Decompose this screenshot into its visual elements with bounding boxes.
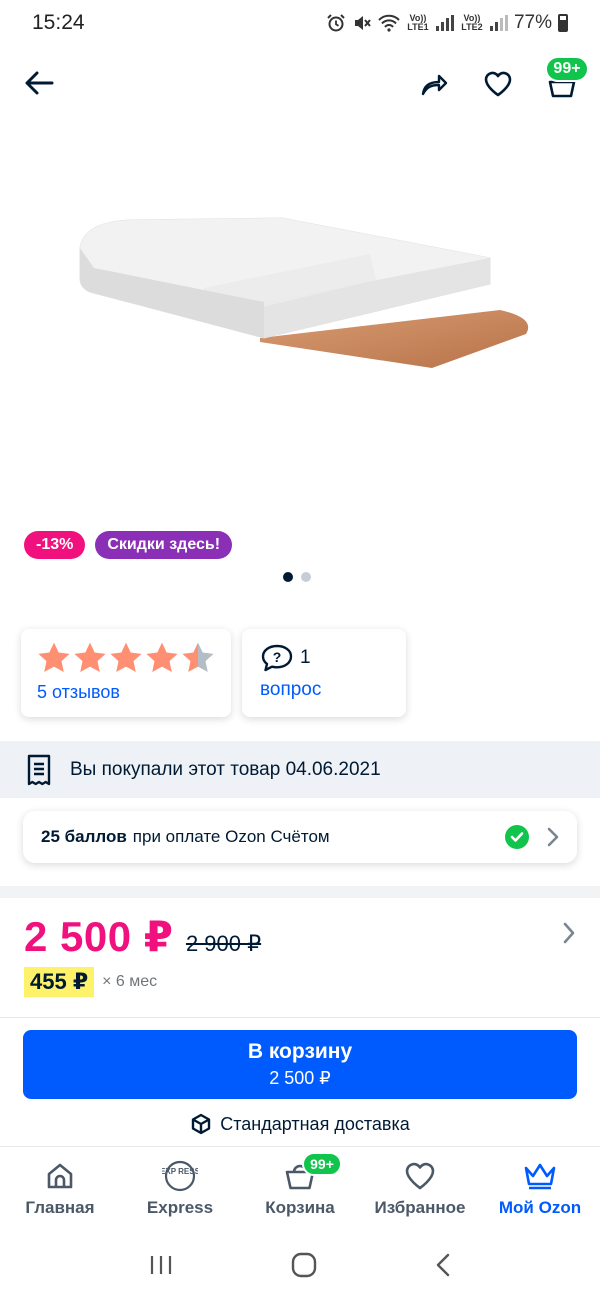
home-icon [47, 1163, 73, 1189]
sim2-label: Vo)) LTE2 [461, 13, 483, 32]
star-icon [74, 642, 106, 672]
tab-my-ozon-label: Мой Ozon [498, 1198, 582, 1217]
system-navigation-bar [0, 1236, 600, 1299]
cart-count-badge: 99+ [302, 1152, 342, 1176]
cart-count-badge: 99+ [545, 56, 589, 82]
status-icons: Vo)) LTE1 Vo)) LTE2 77% [326, 12, 568, 34]
battery-icon [558, 14, 568, 32]
mattress-image [79, 217, 529, 368]
back-button[interactable] [18, 62, 60, 104]
installment-row[interactable]: 455 ₽ × 6 мес [24, 967, 157, 997]
chevron-right-icon [563, 922, 575, 944]
alarm-icon [327, 14, 345, 32]
tab-express-label: Express [146, 1198, 214, 1217]
questions-count: 1 [300, 647, 311, 668]
tab-my-ozon[interactable]: Мой Ozon [480, 1150, 600, 1230]
signal2-icon [489, 15, 508, 31]
tab-favorites-label: Избранное [374, 1198, 466, 1217]
status-bar: 15:24 Vo)) LTE1 Vo)) LTE2 77% [0, 0, 600, 46]
questions-link[interactable]: вопрос [260, 679, 388, 701]
chevron-left-icon [436, 1253, 450, 1277]
chevron-right-icon [547, 827, 559, 847]
home-circle-icon [291, 1252, 317, 1278]
crown-icon [524, 1163, 556, 1190]
delivery-text: Стандартная доставка [220, 1113, 410, 1134]
arrow-left-icon [25, 71, 54, 95]
reviews-link[interactable]: 5 отзывов [37, 682, 215, 703]
favorite-button[interactable] [478, 64, 518, 104]
divider [0, 1146, 600, 1147]
battery-percent: 77% [513, 12, 552, 33]
star-icon [146, 642, 178, 672]
pagination-dot-active[interactable] [283, 572, 293, 582]
price-block[interactable]: 2 500 ₽ 2 900 ₽ [24, 912, 584, 961]
receipt-icon [27, 754, 51, 785]
sale-badge[interactable]: Скидки здесь! [95, 531, 233, 559]
recents-icon [150, 1256, 172, 1274]
status-time: 15:24 [32, 11, 85, 34]
purchased-banner[interactable]: Вы покупали этот товар 04.06.2021 [0, 741, 600, 798]
questions-card[interactable]: ? 1 вопрос [242, 629, 406, 717]
section-separator [0, 886, 600, 898]
tab-express[interactable]: EXP RESS Express [120, 1150, 240, 1230]
points-text: при оплате Ozon Счётом [132, 827, 330, 846]
image-pagination [283, 572, 311, 582]
heart-icon [484, 71, 512, 97]
star-icon [110, 642, 142, 672]
bottom-tab-bar: Главная EXP RESS Express Корзина 99+ Изб… [0, 1150, 600, 1230]
price-details-button[interactable] [563, 922, 575, 949]
installment-term: × 6 мес [102, 973, 158, 990]
delivery-info[interactable]: Стандартная доставка [0, 1113, 600, 1135]
tab-home[interactable]: Главная [0, 1150, 120, 1230]
signal1-icon [435, 15, 454, 31]
add-to-cart-button[interactable]: В корзину 2 500 ₽ [23, 1030, 577, 1099]
old-price: 2 900 ₽ [185, 931, 262, 956]
points-right [505, 825, 559, 849]
svg-text:EXP RESS: EXP RESS [162, 1167, 198, 1176]
tab-favorites[interactable]: Избранное [360, 1150, 480, 1230]
mute-icon [354, 16, 371, 30]
add-to-cart-label: В корзину [247, 1040, 353, 1063]
divider [0, 1017, 600, 1018]
installment-price: 455 ₽ [24, 967, 95, 997]
current-price: 2 500 ₽ [24, 913, 174, 960]
svg-text:?: ? [273, 649, 282, 665]
product-badges: -13% Скидки здесь! [24, 531, 233, 559]
share-button[interactable] [414, 64, 454, 104]
sim1-label: Vo)) LTE1 [407, 13, 429, 32]
tab-home-label: Главная [25, 1198, 95, 1217]
rating-card[interactable]: 5 отзывов [21, 629, 231, 717]
product-image[interactable] [60, 200, 540, 400]
points-amount: 25 баллов [41, 827, 127, 846]
box-icon [192, 1113, 211, 1135]
system-back-button[interactable] [435, 1253, 451, 1282]
questions-count-row: ? 1 [260, 643, 388, 673]
star-half-icon [182, 642, 214, 672]
add-to-cart-price: 2 500 ₽ [269, 1068, 331, 1088]
top-nav [0, 56, 600, 108]
share-icon [421, 74, 448, 96]
star-icon [38, 642, 70, 672]
check-circle-icon [505, 825, 529, 849]
rating-stars [37, 641, 215, 674]
tab-cart[interactable]: Корзина 99+ [240, 1150, 360, 1230]
wifi-icon [378, 14, 400, 32]
express-icon: EXP RESS [162, 1160, 198, 1192]
purchased-text: Вы покупали этот товар 04.06.2021 [70, 758, 381, 780]
discount-badge: -13% [24, 531, 86, 559]
recent-apps-button[interactable] [149, 1254, 173, 1281]
heart-icon [405, 1162, 435, 1190]
home-system-button[interactable] [291, 1252, 317, 1283]
question-bubble-icon: ? [261, 644, 293, 672]
points-card[interactable]: 25 баллов при оплате Ozon Счётом [23, 811, 577, 863]
pagination-dot[interactable] [301, 572, 311, 582]
tab-cart-label: Корзина [265, 1198, 335, 1217]
